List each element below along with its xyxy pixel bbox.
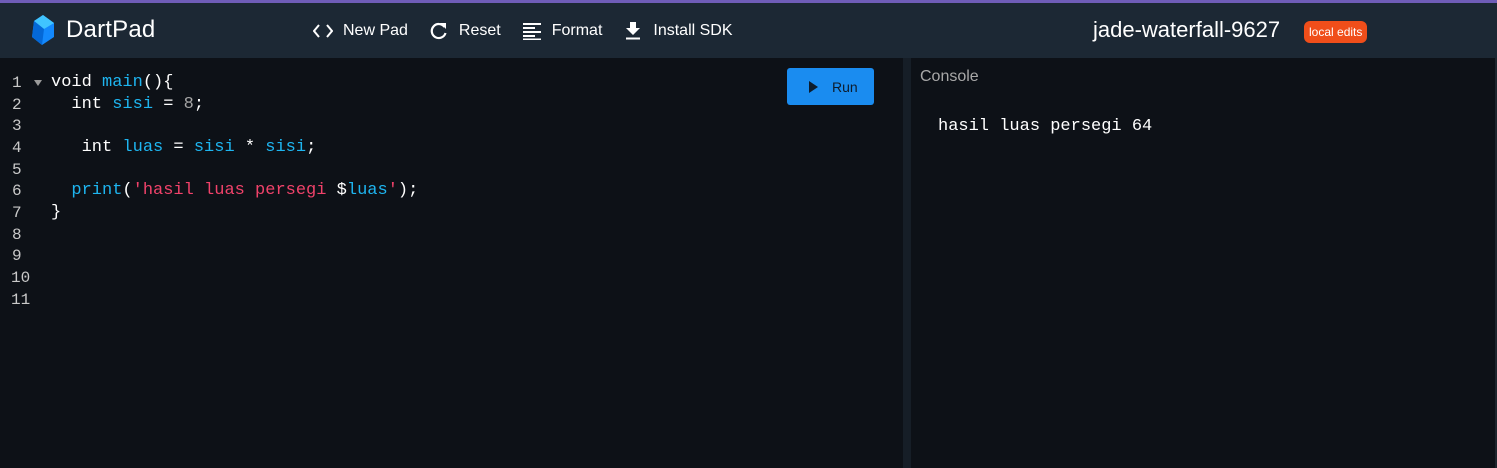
format-button[interactable]: Format: [522, 13, 613, 49]
local-edits-badge: local edits: [1304, 21, 1368, 43]
line-number: 6: [12, 182, 22, 201]
code-line: }: [51, 203, 62, 223]
code-line: int sisi = 8;: [71, 94, 205, 114]
code-line: print('hasil luas persegi $luas');: [71, 181, 419, 201]
download-icon: [623, 21, 643, 41]
app-title: DartPad: [66, 16, 156, 43]
line-number: 3: [12, 117, 22, 136]
new-pad-label: New Pad: [343, 21, 408, 39]
run-label: Run: [832, 78, 858, 95]
code-line: ​: [51, 267, 418, 289]
line-number-gutter: 1 2 3 4 5 6 7 8 9 10 11: [0, 72, 46, 311]
line-number: 9: [12, 247, 22, 266]
console-panel: Console hasil luas persegi 64: [911, 58, 1497, 468]
code-line: ​: [51, 246, 418, 268]
toolbar: New Pad Reset Format Install SDK: [313, 3, 754, 58]
reset-label: Reset: [458, 21, 501, 39]
fold-arrow-icon[interactable]: [34, 80, 42, 86]
code-line: ​: [51, 159, 418, 181]
install-sdk-button[interactable]: Install SDK: [623, 13, 742, 49]
line-number: 4: [12, 138, 22, 157]
reset-button[interactable]: Reset: [429, 13, 511, 49]
code-line: ​: [51, 289, 418, 311]
line-number: 7: [12, 203, 22, 222]
console-output: hasil luas persegi 64: [938, 117, 1153, 136]
code-icon: [313, 21, 333, 41]
pad-name: jade-waterfall-9627: [1093, 17, 1281, 42]
code-content[interactable]: void main(){ int sisi = 8; ​ int luas = …: [51, 72, 418, 311]
run-button[interactable]: Run: [787, 68, 874, 105]
line-number: 5: [12, 160, 22, 179]
code-line: ​: [51, 115, 418, 137]
code-editor[interactable]: 1 2 3 4 5 6 7 8 9 10 11 void main(){ int…: [0, 58, 903, 468]
format-align-icon: [522, 21, 542, 41]
panel-splitter[interactable]: [903, 58, 911, 468]
line-number: 10: [11, 269, 31, 288]
line-number: 8: [12, 225, 22, 244]
code-line: void main(){: [51, 73, 174, 92]
new-pad-button[interactable]: New Pad: [313, 13, 418, 49]
refresh-icon: [429, 21, 449, 41]
line-number: 11: [11, 290, 31, 309]
code-line: ​: [51, 224, 418, 246]
line-number: 2: [12, 95, 22, 114]
code-line: int luas = sisi * sisi;: [81, 138, 317, 158]
console-title: Console: [920, 68, 979, 85]
install-sdk-label: Install SDK: [653, 21, 733, 39]
play-icon: [809, 80, 818, 93]
dart-logo-icon: [32, 15, 54, 45]
format-label: Format: [551, 21, 603, 39]
app-header: DartPad New Pad Reset Format Install SDK: [0, 3, 1497, 58]
